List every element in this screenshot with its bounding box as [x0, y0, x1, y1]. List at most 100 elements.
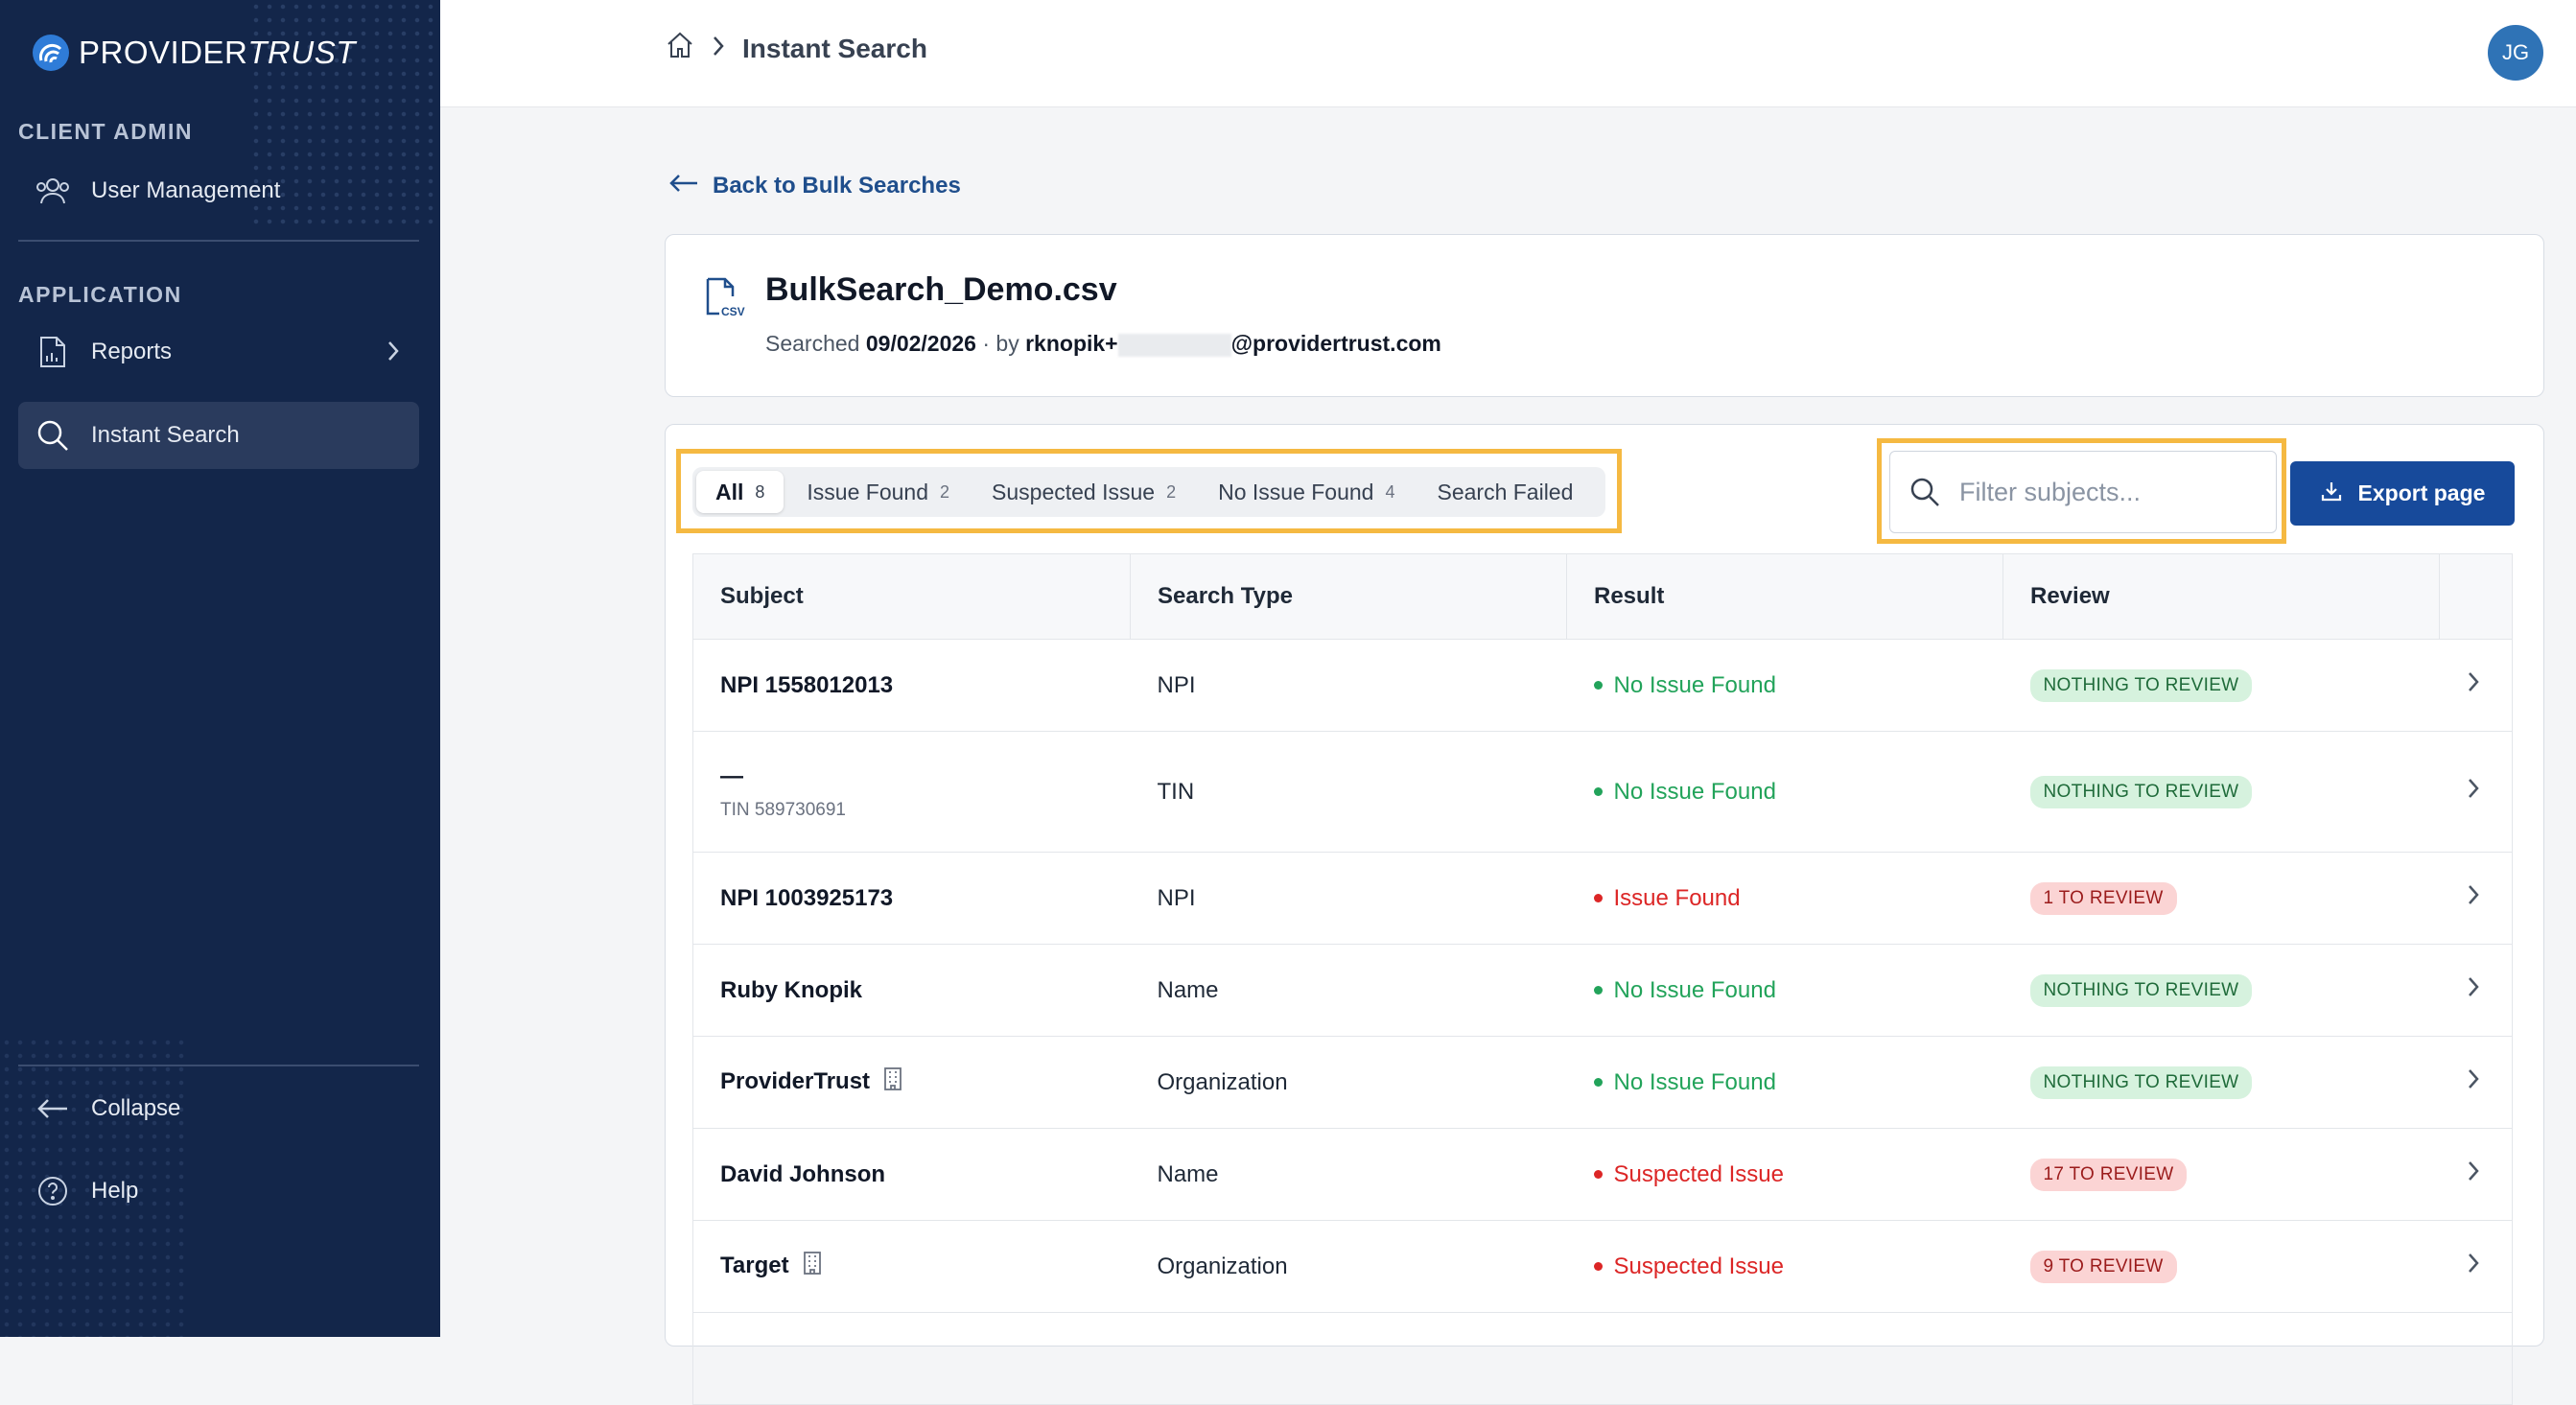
result-cell: Issue Found: [1593, 885, 2002, 912]
sidebar-divider: [18, 1065, 419, 1066]
section-label-client-admin: CLIENT ADMIN: [18, 119, 193, 144]
export-page-button[interactable]: Export page: [2290, 461, 2515, 526]
table-row[interactable]: Target Organization Suspected Issue 9 TO…: [692, 1220, 2513, 1313]
help-label: Help: [91, 1178, 139, 1204]
status-dot-icon: [1593, 986, 1603, 995]
top-bar: Instant Search JG: [440, 0, 2576, 107]
chevron-right-icon: [712, 34, 725, 64]
chevron-right-icon[interactable]: [2467, 977, 2480, 1004]
file-info-card: CSV BulkSearch_Demo.csv Searched 09/02/2…: [665, 234, 2544, 397]
building-icon: [803, 1251, 822, 1282]
result-cell: Suspected Issue: [1593, 1253, 2002, 1280]
subject-cell: Ruby Knopik: [720, 976, 862, 1003]
tab-search-failed[interactable]: Search Failed: [1417, 471, 1592, 513]
search-icon: [1909, 477, 1940, 507]
column-header-result[interactable]: Result: [1566, 553, 2003, 640]
result-filter-tabs: All 8 Issue Found 2 Suspected Issue 2 No Is…: [692, 467, 1605, 517]
table-header-row: Subject Search Type Result Review: [692, 553, 2513, 640]
tab-no-issue-found[interactable]: No Issue Found 4: [1199, 471, 1414, 513]
subject-subtext: TIN 589730691: [720, 799, 846, 820]
collapse-button[interactable]: Collapse: [18, 1075, 419, 1142]
result-cell: No Issue Found: [1593, 672, 2002, 699]
tabs-highlight: All 8 Issue Found 2 Suspected Issue 2 No Is…: [676, 449, 1622, 533]
by-label: · by: [982, 331, 1026, 356]
building-icon: [883, 1066, 902, 1098]
file-meta: Searched 09/02/2026 · by rknopik+ @provid…: [765, 331, 1441, 357]
tab-suspected-issue[interactable]: Suspected Issue 2: [972, 471, 1195, 513]
report-icon: [34, 333, 72, 371]
table-row[interactable]: David Johnson Name Suspected Issue 17 TO…: [692, 1128, 2513, 1221]
column-header-search-type[interactable]: Search Type: [1130, 553, 1567, 640]
user-email-prefix: rknopik+: [1025, 331, 1118, 356]
result-cell: No Issue Found: [1593, 977, 2002, 1004]
review-badge: NOTHING TO REVIEW: [2029, 775, 2253, 808]
section-label-application: APPLICATION: [18, 282, 182, 307]
sidebar-item-user-management[interactable]: User Management: [18, 157, 419, 224]
column-header-review[interactable]: Review: [2002, 553, 2440, 640]
sidebar-item-instant-search[interactable]: Instant Search: [18, 402, 419, 469]
filter-highlight: [1877, 438, 2286, 544]
chevron-right-icon[interactable]: [2467, 1069, 2480, 1096]
search-type-cell: NPI: [1130, 852, 1567, 945]
subject-cell: Target: [720, 1252, 789, 1278]
table-row[interactable]: Ruby Knopik Name No Issue Found NOTHING …: [692, 944, 2513, 1037]
table-row[interactable]: NPI 1003925173 NPI Issue Found 1 TO REVI…: [692, 852, 2513, 945]
review-badge: NOTHING TO REVIEW: [2029, 668, 2253, 702]
review-badge: 9 TO REVIEW: [2029, 1250, 2177, 1283]
export-label: Export page: [2357, 480, 2486, 505]
status-dot-icon: [1593, 787, 1603, 796]
sidebar-divider: [18, 240, 419, 242]
tab-count: 2: [1166, 481, 1177, 502]
arrow-left-icon: [34, 1089, 72, 1128]
brand-logo[interactable]: PROVIDERTRUST: [33, 35, 356, 71]
search-type-cell: NPI: [1130, 639, 1567, 732]
subject-cell: David Johnson: [720, 1160, 886, 1187]
sidebar-item-label: Reports: [91, 339, 173, 364]
search-icon: [34, 416, 72, 455]
help-button[interactable]: Help: [18, 1158, 419, 1225]
result-cell: Suspected Issue: [1593, 1161, 2002, 1188]
chevron-right-icon: [386, 340, 400, 369]
page-title: Instant Search: [742, 33, 927, 63]
searched-label: Searched: [765, 331, 860, 356]
column-header-subject[interactable]: Subject: [692, 553, 1131, 640]
chevron-right-icon[interactable]: [2467, 885, 2480, 912]
back-link[interactable]: Back to Bulk Searches: [668, 173, 961, 199]
back-link-label: Back to Bulk Searches: [713, 173, 961, 199]
filter-subjects-input[interactable]: [1957, 476, 2249, 508]
review-badge: 1 TO REVIEW: [2029, 881, 2177, 915]
subject-cell: ProviderTrust: [720, 1067, 871, 1094]
status-dot-icon: [1593, 1170, 1603, 1179]
avatar[interactable]: JG: [2488, 25, 2543, 81]
column-header-action: [2439, 553, 2513, 640]
table-row[interactable]: — TIN 589730691 TIN No Issue Found NOTHIN…: [692, 731, 2513, 853]
review-badge: 17 TO REVIEW: [2029, 1158, 2188, 1191]
search-type-cell: Organization: [1130, 1036, 1567, 1129]
status-dot-icon: [1593, 681, 1603, 690]
table-row[interactable]: ProviderTrust Organization No Issue Foun…: [692, 1036, 2513, 1129]
subject-cell: —: [720, 762, 743, 789]
tab-issue-found[interactable]: Issue Found 2: [787, 471, 969, 513]
sidebar-item-reports[interactable]: Reports: [18, 318, 419, 386]
tab-all[interactable]: All 8: [696, 471, 785, 513]
chevron-right-icon[interactable]: [2467, 672, 2480, 699]
home-icon[interactable]: [666, 31, 694, 66]
logo-mark-icon: [33, 35, 69, 71]
collapse-label: Collapse: [91, 1095, 181, 1121]
chevron-right-icon[interactable]: [2467, 1253, 2480, 1280]
search-date: 09/02/2026: [865, 331, 976, 356]
results-table: Subject Search Type Result Review NPI 15…: [692, 553, 2513, 1405]
status-dot-icon: [1593, 1262, 1603, 1271]
csv-file-icon: CSV: [704, 275, 746, 322]
search-type-cell: Name: [1130, 1128, 1567, 1221]
sidebar: PROVIDERTRUST CLIENT ADMIN User Manageme…: [0, 0, 440, 1337]
download-icon: [2320, 480, 2343, 508]
breadcrumb: Instant Search: [666, 31, 927, 66]
chevron-right-icon[interactable]: [2467, 779, 2480, 806]
chevron-right-icon[interactable]: [2467, 1161, 2480, 1188]
subject-cell: NPI 1003925173: [720, 884, 894, 911]
brand-name: PROVIDERTRUST: [79, 35, 356, 70]
table-row[interactable]: [692, 1312, 2513, 1405]
search-type-cell: Name: [1130, 944, 1567, 1037]
table-row[interactable]: NPI 1558012013 NPI No Issue Found NOTHIN…: [692, 639, 2513, 732]
